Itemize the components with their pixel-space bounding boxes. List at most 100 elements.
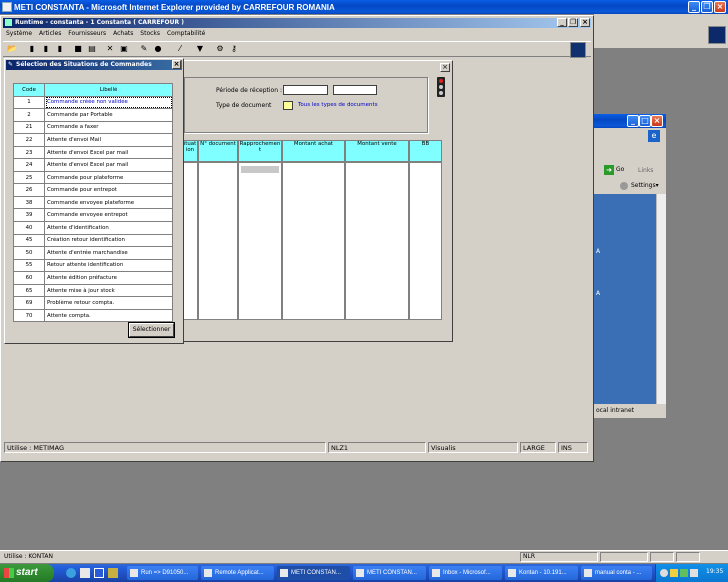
row-label[interactable]: Attente d'envoi Mail [44,133,173,147]
table-row[interactable]: 60 Attente édition préfacture [13,271,173,285]
first-record-icon[interactable]: ▮ [27,44,37,54]
minimize-icon[interactable]: _ [627,115,639,127]
tray-icon[interactable] [670,569,678,577]
table-row[interactable]: 70 Attente compta. [13,308,173,323]
col-header-situation[interactable]: ituat ion [182,140,198,162]
close-icon[interactable]: × [714,1,726,13]
close-icon[interactable]: × [651,115,663,127]
col-header-code[interactable]: Code [13,83,45,97]
row-code[interactable]: 23 [13,145,45,160]
row-code[interactable]: 45 [13,233,45,248]
quicklaunch-icon[interactable] [80,568,90,578]
table-row[interactable]: 23 Attente d'envoi Excel par mail [13,145,173,160]
row-label[interactable]: Commande pour plateforme [44,170,173,185]
row-code[interactable]: 1 [13,95,45,110]
task-button[interactable]: METI CONSTAN... [277,566,350,580]
table-row[interactable]: 22 Attente d'envoi Mail [13,133,173,147]
row-label[interactable]: Problème retour compta. [44,296,173,310]
col-body-bb[interactable] [409,162,442,320]
selected-cell[interactable] [241,166,279,173]
restore-icon[interactable]: ❐ [701,1,713,13]
col-header-rapprochement[interactable]: Rapprochemen t [238,140,282,162]
periode-to-input[interactable] [333,85,377,95]
start-button[interactable]: start [0,564,54,582]
go-button[interactable]: ➜ Go [604,164,624,176]
menu-systeme[interactable]: Système [6,30,32,37]
col-body-document[interactable] [198,162,238,320]
maximize-icon[interactable]: □ [639,115,651,127]
row-code[interactable]: 25 [13,170,45,185]
cancel-icon[interactable]: ✕ [105,44,115,54]
row-label[interactable]: Commande envoyee entrepot [44,208,173,222]
save-icon[interactable]: ■ [73,44,83,54]
periode-from-input[interactable] [283,85,328,95]
table-row[interactable]: 25 Commande pour plateforme [13,170,173,185]
type-color-swatch[interactable] [283,101,293,110]
col-header-montant-vente[interactable]: Montant vente [345,140,409,162]
row-code[interactable]: 55 [13,258,45,273]
row-label[interactable]: Commande envoyee plateforme [44,195,173,210]
row-label[interactable]: Attente d'entrée marchandise [44,246,173,260]
row-label[interactable]: Attente mise à jour stock [44,283,173,298]
row-code[interactable]: 21 [13,120,45,135]
close-icon[interactable]: × [440,63,450,72]
row-code[interactable]: 22 [13,133,45,147]
table-row[interactable]: 40 Attente d'identification [13,221,173,235]
tray-icon[interactable] [690,569,698,577]
row-label[interactable]: Commande créée non validée [44,95,173,110]
export-icon[interactable]: ▣ [119,44,129,54]
table-row[interactable]: 65 Attente mise à jour stock [13,283,173,298]
menu-fournisseurs[interactable]: Fournisseurs [68,30,106,37]
row-label[interactable]: Commande par Portable [44,108,173,122]
col-body-montant-achat[interactable] [282,162,345,320]
row-code[interactable]: 26 [13,183,45,197]
row-code[interactable]: 60 [13,271,45,285]
menu-comptabilite[interactable]: Comptabilité [167,30,205,37]
task-button[interactable]: Remote Applicat... [201,566,274,580]
row-code[interactable]: 39 [13,208,45,222]
minimize-icon[interactable]: _ [557,18,567,27]
menu-stocks[interactable]: Stocks [140,30,160,37]
close-icon[interactable]: × [172,60,181,69]
row-label[interactable]: Attente d'envoi Excel par mail [44,158,173,172]
col-body-situation[interactable] [182,162,198,320]
col-header-bb[interactable]: BB [409,140,442,162]
next-record-icon[interactable]: ▮ [55,44,65,54]
quicklaunch-icon[interactable] [94,568,104,578]
col-body-rapprochement[interactable] [238,162,282,320]
table-row[interactable]: 2 Commande par Portable [13,108,173,122]
row-label[interactable]: Retour attente identification [44,258,173,273]
row-label[interactable]: Commande a faxer [44,120,173,135]
settings-button[interactable]: Settings▾ [620,180,659,192]
type-value[interactable]: Tous les types de documents [298,102,378,108]
row-code[interactable]: 38 [13,195,45,210]
previous-record-icon[interactable]: ▮ [41,44,51,54]
settings-icon[interactable]: ⚙ [215,44,225,54]
task-button[interactable]: METI CONSTAN... [353,566,426,580]
table-row[interactable]: 69 Problème retour compta. [13,296,173,310]
table-row[interactable]: 24 Attente d'envoi Excel par mail [13,158,173,172]
table-row[interactable]: 38 Commande envoyee plateforme [13,195,173,210]
row-label[interactable]: Attente édition préfacture [44,271,173,285]
row-code[interactable]: 70 [13,308,45,323]
select-button[interactable]: Sélectionner [129,323,174,337]
row-code[interactable]: 65 [13,283,45,298]
table-row[interactable]: 55 Retour attente identification [13,258,173,273]
wand-icon[interactable]: ⁄ [175,44,185,54]
task-button[interactable]: Inbox - Microsof... [429,566,502,580]
restore-icon[interactable]: ❐ [568,18,578,27]
filter-icon[interactable]: ▼ [195,44,205,54]
tray-icon[interactable] [660,569,668,577]
row-label[interactable]: Attente d'identification [44,221,173,235]
table-row[interactable]: 39 Commande envoyee entrepot [13,208,173,222]
col-body-montant-vente[interactable] [345,162,409,320]
tray-icon[interactable] [680,569,688,577]
table-row[interactable]: 26 Commande pour entrepot [13,183,173,197]
quicklaunch-icon[interactable] [66,568,76,578]
close-icon[interactable]: × [580,18,590,27]
row-code[interactable]: 69 [13,296,45,310]
table-row[interactable]: 21 Commande a faxer [13,120,173,135]
row-code[interactable]: 2 [13,108,45,122]
print-icon[interactable]: ▤ [87,44,97,54]
tools-icon[interactable]: ✎ [139,44,149,54]
